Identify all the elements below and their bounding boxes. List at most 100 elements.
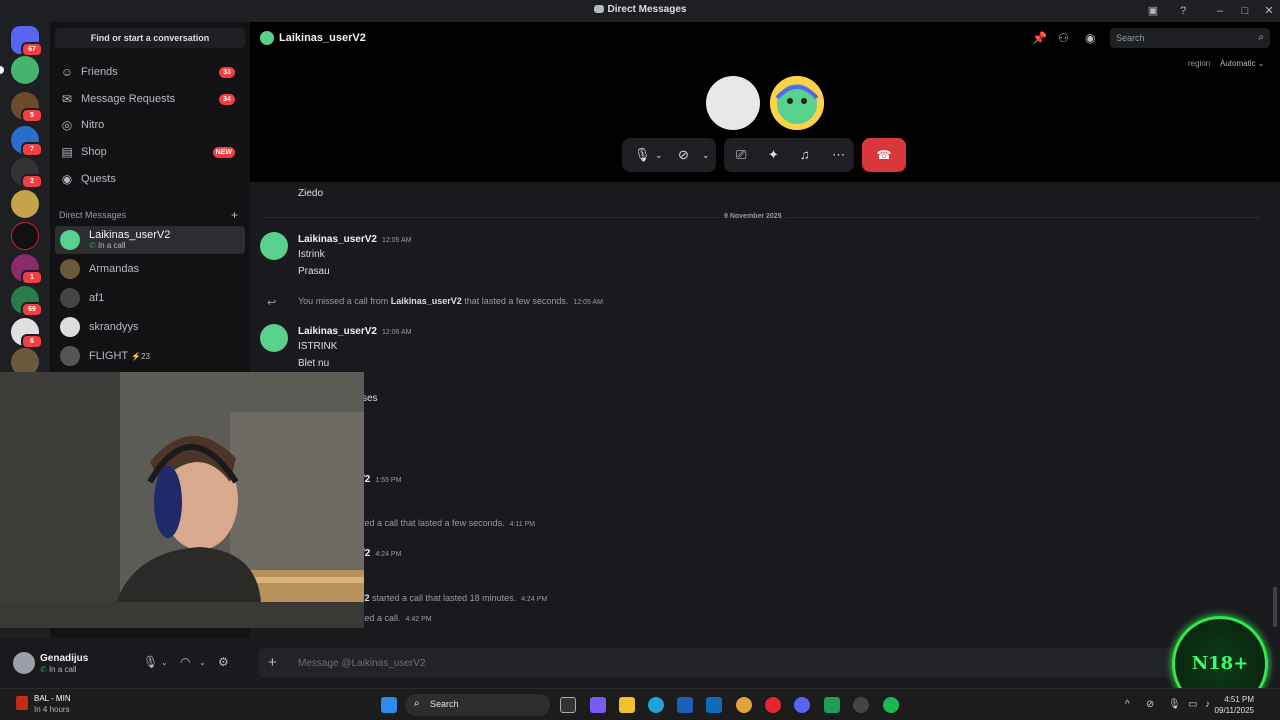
timestamp: 4:11 PM bbox=[509, 521, 536, 528]
message-composer[interactable]: + Message @Laikinas_userV2 bbox=[258, 648, 1272, 678]
chevron-down-icon[interactable]: ⌄ bbox=[655, 147, 663, 163]
volume-icon[interactable]: ♪ bbox=[1205, 699, 1210, 710]
pin-icon[interactable]: 📌 bbox=[1032, 31, 1047, 45]
microphone-icon[interactable]: 🎙 bbox=[143, 655, 158, 669]
spotify-icon[interactable] bbox=[883, 697, 899, 713]
server-icon-8[interactable]: 69 bbox=[11, 286, 43, 317]
tray-icon[interactable]: ⊘ bbox=[1146, 699, 1154, 710]
network-icon[interactable]: ▭ bbox=[1188, 699, 1197, 710]
inbox-icon[interactable]: ▣ bbox=[1145, 3, 1161, 19]
chevron-down-icon[interactable]: ⌄ bbox=[161, 658, 168, 667]
opera-icon[interactable] bbox=[765, 697, 781, 713]
clock-time: 4:51 PM bbox=[1224, 695, 1254, 704]
dm-name-wrap: FLIGHT ⚡23 bbox=[89, 350, 150, 362]
attach-plus-icon[interactable]: + bbox=[268, 654, 277, 671]
edge-icon[interactable] bbox=[648, 697, 664, 713]
search-input[interactable]: Search ⌕ bbox=[1110, 28, 1270, 48]
quests-icon: ◉ bbox=[61, 172, 73, 186]
windows-start-icon[interactable] bbox=[381, 697, 397, 713]
chevron-down-icon[interactable]: ⌄ bbox=[199, 658, 206, 667]
chrome-icon[interactable] bbox=[736, 697, 752, 713]
system-author[interactable]: Laikinas_userV2 bbox=[391, 296, 462, 306]
channel-name: Laikinas_userV2 bbox=[279, 32, 366, 44]
find-conversation-button[interactable]: Find or start a conversation bbox=[55, 28, 245, 48]
scrollbar[interactable] bbox=[1273, 587, 1277, 627]
author-name[interactable]: Laikinas_userV2 bbox=[298, 234, 377, 245]
server-icon-5[interactable] bbox=[11, 190, 39, 218]
region-select[interactable]: Automatic ⌄ bbox=[1220, 59, 1265, 68]
app-window: Direct Messages ▣ ? – □ ✕ 67 5 7 2 1 6 9 … bbox=[0, 0, 1280, 720]
app-icon[interactable] bbox=[824, 697, 840, 713]
server-icon-6[interactable] bbox=[11, 222, 39, 250]
task-view-icon[interactable] bbox=[560, 697, 576, 713]
copilot-icon[interactable] bbox=[590, 697, 606, 713]
boost-count: 23 bbox=[141, 352, 150, 361]
boost-badge: ⚡23 bbox=[131, 352, 150, 361]
close-icon[interactable]: ✕ bbox=[1261, 3, 1277, 19]
headphones-icon[interactable]: ◠ bbox=[180, 655, 190, 669]
server-badge: 2 bbox=[21, 174, 43, 189]
server-icon-2[interactable]: 5 bbox=[11, 92, 43, 123]
message-avatar[interactable] bbox=[260, 324, 288, 352]
server-icon-3[interactable]: 7 bbox=[11, 126, 43, 157]
server-icon-1[interactable] bbox=[11, 56, 39, 84]
more-icon[interactable]: ⋯ bbox=[832, 147, 845, 163]
dm-item-armandas[interactable]: Armandas bbox=[55, 255, 245, 283]
nav-quests[interactable]: ◉ Quests bbox=[55, 167, 245, 191]
nav-nitro[interactable]: ◎ Nitro bbox=[55, 113, 245, 137]
mic-tray-icon[interactable]: 🎙 bbox=[1168, 699, 1181, 710]
call-header: Laikinas_userV2 📌 ⚇ ◉ Search ⌕ region Au… bbox=[250, 22, 1280, 182]
maximize-icon[interactable]: □ bbox=[1237, 3, 1253, 19]
nav-label: Nitro bbox=[81, 119, 105, 131]
taskbar-search[interactable]: ⌕ Search bbox=[405, 694, 550, 716]
gear-icon[interactable]: ⚙ bbox=[218, 655, 229, 669]
dm-item-laikinas[interactable]: Laikinas_userV2 ✆ In a call bbox=[55, 226, 245, 254]
server-icon-4[interactable]: 2 bbox=[11, 158, 43, 189]
author-name[interactable]: Laikinas_userV2 bbox=[298, 326, 377, 337]
outlook-icon[interactable] bbox=[706, 697, 722, 713]
nav-label: Friends bbox=[81, 66, 118, 78]
microphone-icon[interactable]: 🎙 bbox=[634, 147, 651, 163]
tray-expand-icon[interactable]: ^ bbox=[1125, 699, 1130, 710]
partial-message-text: ses bbox=[362, 393, 378, 404]
dm-name: skrandyys bbox=[89, 321, 139, 333]
activities-icon[interactable]: ✦ bbox=[768, 147, 779, 163]
app-icon[interactable] bbox=[853, 697, 869, 713]
nav-message-requests[interactable]: ✉ Message Requests 34 bbox=[55, 87, 245, 111]
dm-status: ✆ In a call bbox=[89, 241, 126, 250]
dm-item-skrandyys[interactable]: skrandyys bbox=[55, 313, 245, 341]
server-icon-7[interactable]: 1 bbox=[11, 254, 43, 285]
server-icon-9[interactable]: 6 bbox=[11, 318, 43, 349]
partial-system-message: ted a call. 4:42 PM bbox=[362, 613, 432, 623]
timestamp: 4:24 PM bbox=[521, 596, 548, 603]
dm-item-af1[interactable]: af1 bbox=[55, 284, 245, 312]
nav-friends[interactable]: ☺ Friends 33 bbox=[55, 60, 245, 84]
nav-shop[interactable]: ▤ Shop NEW bbox=[55, 140, 245, 164]
home-button[interactable]: 67 bbox=[11, 26, 43, 57]
message-avatar[interactable] bbox=[260, 232, 288, 260]
chevron-down-icon[interactable]: ⌄ bbox=[702, 147, 710, 163]
activity-controls: ⎚ ✦ ♫ ⋯ bbox=[724, 138, 854, 172]
help-icon[interactable]: ? bbox=[1175, 3, 1191, 19]
file-explorer-icon[interactable] bbox=[619, 697, 635, 713]
user-status-text: In a call bbox=[48, 665, 77, 674]
nav-new-badge: NEW bbox=[212, 147, 235, 158]
mail-icon: ✉ bbox=[61, 92, 73, 106]
clock[interactable]: 4:51 PM 09/11/2025 bbox=[1215, 694, 1254, 716]
user-avatar[interactable] bbox=[13, 652, 35, 674]
add-friends-icon[interactable]: ⚇ bbox=[1058, 31, 1069, 45]
create-dm-icon[interactable]: + bbox=[231, 208, 238, 222]
profile-icon[interactable]: ◉ bbox=[1085, 31, 1095, 45]
camera-off-icon[interactable]: ⊘ bbox=[678, 147, 689, 163]
end-call-button[interactable]: ☎ bbox=[862, 138, 906, 172]
system-text: started a call that lasted 18 minutes. bbox=[372, 593, 517, 603]
participant-tile-2[interactable] bbox=[770, 76, 824, 130]
store-icon[interactable] bbox=[677, 697, 693, 713]
nav-label: Shop bbox=[81, 146, 107, 158]
participant-tile-1[interactable] bbox=[706, 76, 760, 130]
dm-item-flight[interactable]: FLIGHT ⚡23 bbox=[55, 342, 245, 370]
soundboard-icon[interactable]: ♫ bbox=[800, 147, 810, 163]
discord-taskbar-icon[interactable] bbox=[794, 697, 810, 713]
screen-share-icon[interactable]: ⎚ bbox=[736, 147, 746, 163]
minimize-icon[interactable]: – bbox=[1212, 3, 1228, 19]
